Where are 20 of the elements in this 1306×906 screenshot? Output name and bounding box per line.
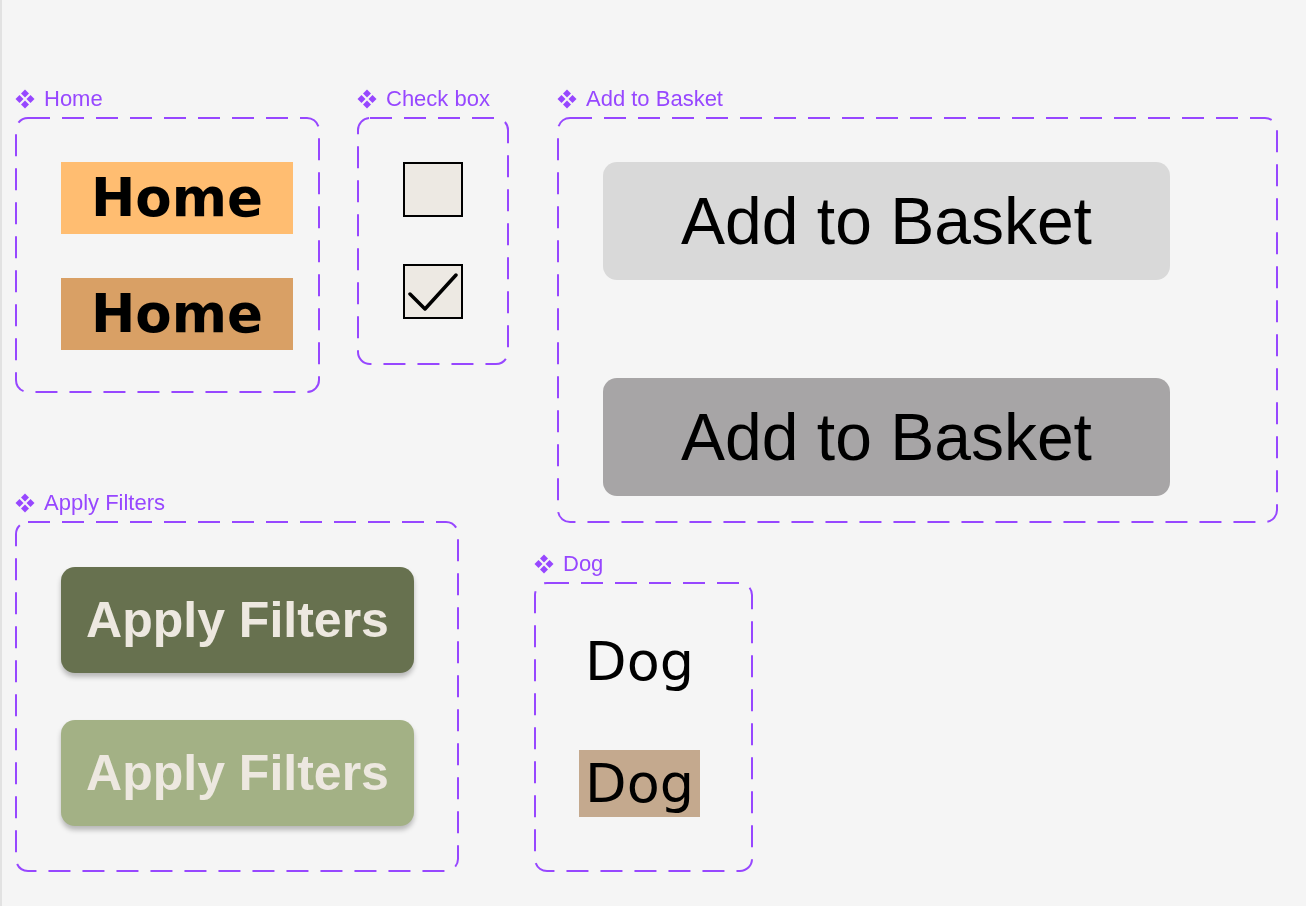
apply-filters-button[interactable]: Apply Filters (61, 567, 414, 673)
component-set-title: Check box (386, 88, 490, 110)
checkmark-icon (408, 272, 458, 311)
checkbox[interactable] (403, 264, 463, 319)
four-diamonds-icon (15, 493, 35, 513)
component-set-title: Add to Basket (586, 88, 723, 110)
add-to-basket-button[interactable]: Add to Basket (603, 162, 1170, 280)
component-set-title: Apply Filters (44, 492, 166, 514)
four-diamonds-icon (357, 89, 377, 109)
add-to-basket-button[interactable]: Add to Basket (603, 378, 1170, 496)
four-diamonds-icon (534, 554, 554, 574)
component-set-title: Dog (563, 553, 604, 575)
home-nav-button[interactable]: Home (61, 162, 293, 234)
four-diamonds-icon (15, 89, 35, 109)
component-set-title: Home (44, 88, 103, 110)
four-diamonds-icon (557, 89, 577, 109)
text-label: Dog (584, 629, 695, 695)
home-nav-button[interactable]: Home (61, 278, 293, 350)
checkbox[interactable] (403, 162, 463, 217)
text-label: Dog (579, 750, 700, 817)
